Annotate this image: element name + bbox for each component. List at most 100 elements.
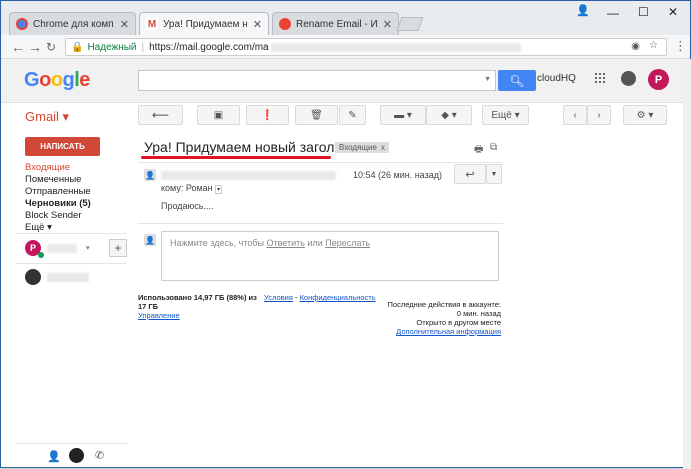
archive-icon: ▣ <box>213 109 224 121</box>
tab-rename-email[interactable]: Rename Email - Интерне ✕ <box>272 12 399 35</box>
manage-storage-link[interactable]: Управление <box>138 311 180 320</box>
remove-label-icon[interactable]: x <box>381 143 385 152</box>
person-icon[interactable]: 👤 <box>47 450 61 463</box>
label-text: Входящие <box>339 143 377 152</box>
edit-button[interactable]: ✎ <box>339 105 366 125</box>
minimize-icon[interactable]: — <box>607 6 619 20</box>
next-message-button[interactable]: › <box>587 105 611 125</box>
new-tab-button[interactable] <box>396 17 424 31</box>
sender-avatar: 👤 <box>144 169 156 181</box>
close-tab-icon[interactable]: ✕ <box>253 18 262 31</box>
sidebar-divider <box>15 263 127 264</box>
sidebar-item-drafts[interactable]: Черновики (5) <box>25 198 91 210</box>
privacy-link[interactable]: Конфиденциальность <box>300 293 376 302</box>
recipient-line[interactable]: кому: Роман ▾ <box>161 183 223 194</box>
page-scrollbar[interactable] <box>683 59 691 469</box>
maximize-icon[interactable]: ☐ <box>638 5 649 19</box>
menu-icon[interactable]: ⋮ <box>674 38 687 54</box>
quick-reply-box[interactable]: Нажмите здесь, чтобы Ответить или Пересл… <box>161 231 499 281</box>
message-divider <box>138 162 503 163</box>
footer-links: Условия - Конфиденциальность <box>264 293 376 302</box>
sidebar-item-inbox[interactable]: Входящие <box>25 162 91 174</box>
reply-link[interactable]: Ответить <box>266 238 304 248</box>
gmail-header: Google ▼ 🔍︎ cloudHQ P <box>1 59 690 103</box>
storage-total: 17 ГБ <box>138 302 159 311</box>
search-button[interactable]: 🔍︎ <box>498 70 536 91</box>
storage-used: Использовано 14,97 ГБ (88%) из <box>138 293 257 302</box>
storage-info: Использовано 14,97 ГБ (88%) из 17 ГБ <box>138 293 263 311</box>
message-body: Продаюсь.... <box>161 201 214 211</box>
tab-gmail[interactable]: M Ура! Придумаем новый ✕ <box>139 12 269 35</box>
close-tab-icon[interactable]: ✕ <box>383 18 392 31</box>
report-spam-button[interactable]: ❗ <box>246 105 289 125</box>
tab-strip: Chrome для компьютер ✕ M Ура! Придумаем … <box>1 1 690 35</box>
more-label: Ещё ▾ <box>491 109 520 121</box>
pencil-icon: ✎ <box>348 109 357 121</box>
sender-blurred <box>161 171 336 180</box>
more-button[interactable]: Ещё ▾ <box>482 105 529 125</box>
hangouts-bottom-bar: 👤 ✆ <box>15 443 127 469</box>
online-status-icon <box>38 252 44 258</box>
reply-button[interactable]: ↩ <box>454 164 486 184</box>
url-field[interactable]: 🔒 Надежный | https://mail.google.com/ma … <box>65 38 667 56</box>
terms-link[interactable]: Условия <box>264 293 293 302</box>
gear-icon: ⚙ ▾ <box>636 109 654 121</box>
tab-title: Chrome для компьютер <box>33 18 114 30</box>
open-new-window-icon[interactable]: ⧉ <box>490 142 497 153</box>
settings-button[interactable]: ⚙ ▾ <box>623 105 667 125</box>
subject-highlight-underline <box>141 156 331 159</box>
print-icon[interactable]: 🖶 <box>474 142 483 159</box>
move-to-button[interactable]: ▬ ▾ <box>380 105 426 125</box>
contact-avatar[interactable] <box>25 269 41 285</box>
back-icon[interactable]: ← <box>11 39 25 55</box>
address-bar-row: ← → ↻ 🔒 Надежный | https://mail.google.c… <box>1 35 690 59</box>
account-avatar[interactable]: P <box>648 69 669 90</box>
reply-more-button[interactable]: ▼ <box>486 164 502 184</box>
arrow-left-icon: ⟵ <box>151 108 170 122</box>
hangouts-icon[interactable] <box>69 448 84 463</box>
compose-button[interactable]: НАПИСАТЬ <box>25 137 100 156</box>
search-input[interactable]: ▼ <box>138 70 496 91</box>
reload-icon[interactable]: ↻ <box>46 40 56 54</box>
tab-title: Ура! Придумаем новый <box>163 18 247 30</box>
search-options-icon[interactable]: ▼ <box>484 76 491 83</box>
hangouts-name-blurred <box>47 244 77 253</box>
message-subject: Ура! Придумаем новый заголовок! <box>144 139 368 155</box>
account-activity: Последние действия в аккаунте: 0 мин. на… <box>381 300 501 336</box>
close-tab-icon[interactable]: ✕ <box>120 18 129 31</box>
browser-window: Chrome для компьютер ✕ M Ура! Придумаем … <box>0 0 691 469</box>
sidebar-item-sent[interactable]: Отправленные <box>25 186 91 198</box>
my-avatar: 👤 <box>144 234 156 246</box>
add-contact-button[interactable]: + <box>109 239 127 257</box>
gmail-menu-label[interactable]: Gmail ▾ <box>25 109 69 125</box>
labels-button[interactable]: ◆ ▾ <box>426 105 472 125</box>
notifications-icon[interactable] <box>621 71 636 86</box>
phone-icon[interactable]: ✆ <box>95 449 104 462</box>
tab-chrome[interactable]: Chrome для компьютер ✕ <box>9 12 136 35</box>
activity-line-2: 0 мин. назад <box>456 309 501 318</box>
activity-details-link[interactable]: Дополнительная информация <box>381 327 501 336</box>
folder-list: Входящие Помеченные Отправленные Чернови… <box>25 162 91 234</box>
prev-message-button[interactable]: ‹ <box>563 105 587 125</box>
trash-icon: 🗑 <box>310 109 323 121</box>
view-icon[interactable]: ◉ <box>631 41 640 52</box>
cloudhq-label[interactable]: cloudHQ <box>537 73 576 84</box>
sidebar-divider <box>15 233 127 234</box>
spam-icon: ❗ <box>261 109 274 121</box>
delete-button[interactable]: 🗑 <box>295 105 338 125</box>
chevron-down-icon[interactable]: ▾ <box>86 244 90 252</box>
forward-icon[interactable]: → <box>28 39 42 55</box>
google-logo[interactable]: Google <box>24 69 90 92</box>
back-to-inbox-button[interactable]: ⟵ <box>138 105 183 125</box>
contact-name-blurred <box>47 273 89 282</box>
chevron-right-icon: › <box>597 109 601 121</box>
archive-button[interactable]: ▣ <box>197 105 240 125</box>
sidebar-item-starred[interactable]: Помеченные <box>25 174 91 186</box>
user-profile-icon[interactable]: 👤 <box>576 4 590 17</box>
details-dropdown-icon[interactable]: ▾ <box>215 185 223 194</box>
sidebar-item-block-sender[interactable]: Block Sender <box>25 210 91 222</box>
forward-link[interactable]: Переслать <box>325 238 370 248</box>
apps-grid-icon[interactable] <box>595 73 605 83</box>
star-icon[interactable]: ☆ <box>649 40 658 51</box>
close-window-icon[interactable]: ✕ <box>668 5 678 19</box>
